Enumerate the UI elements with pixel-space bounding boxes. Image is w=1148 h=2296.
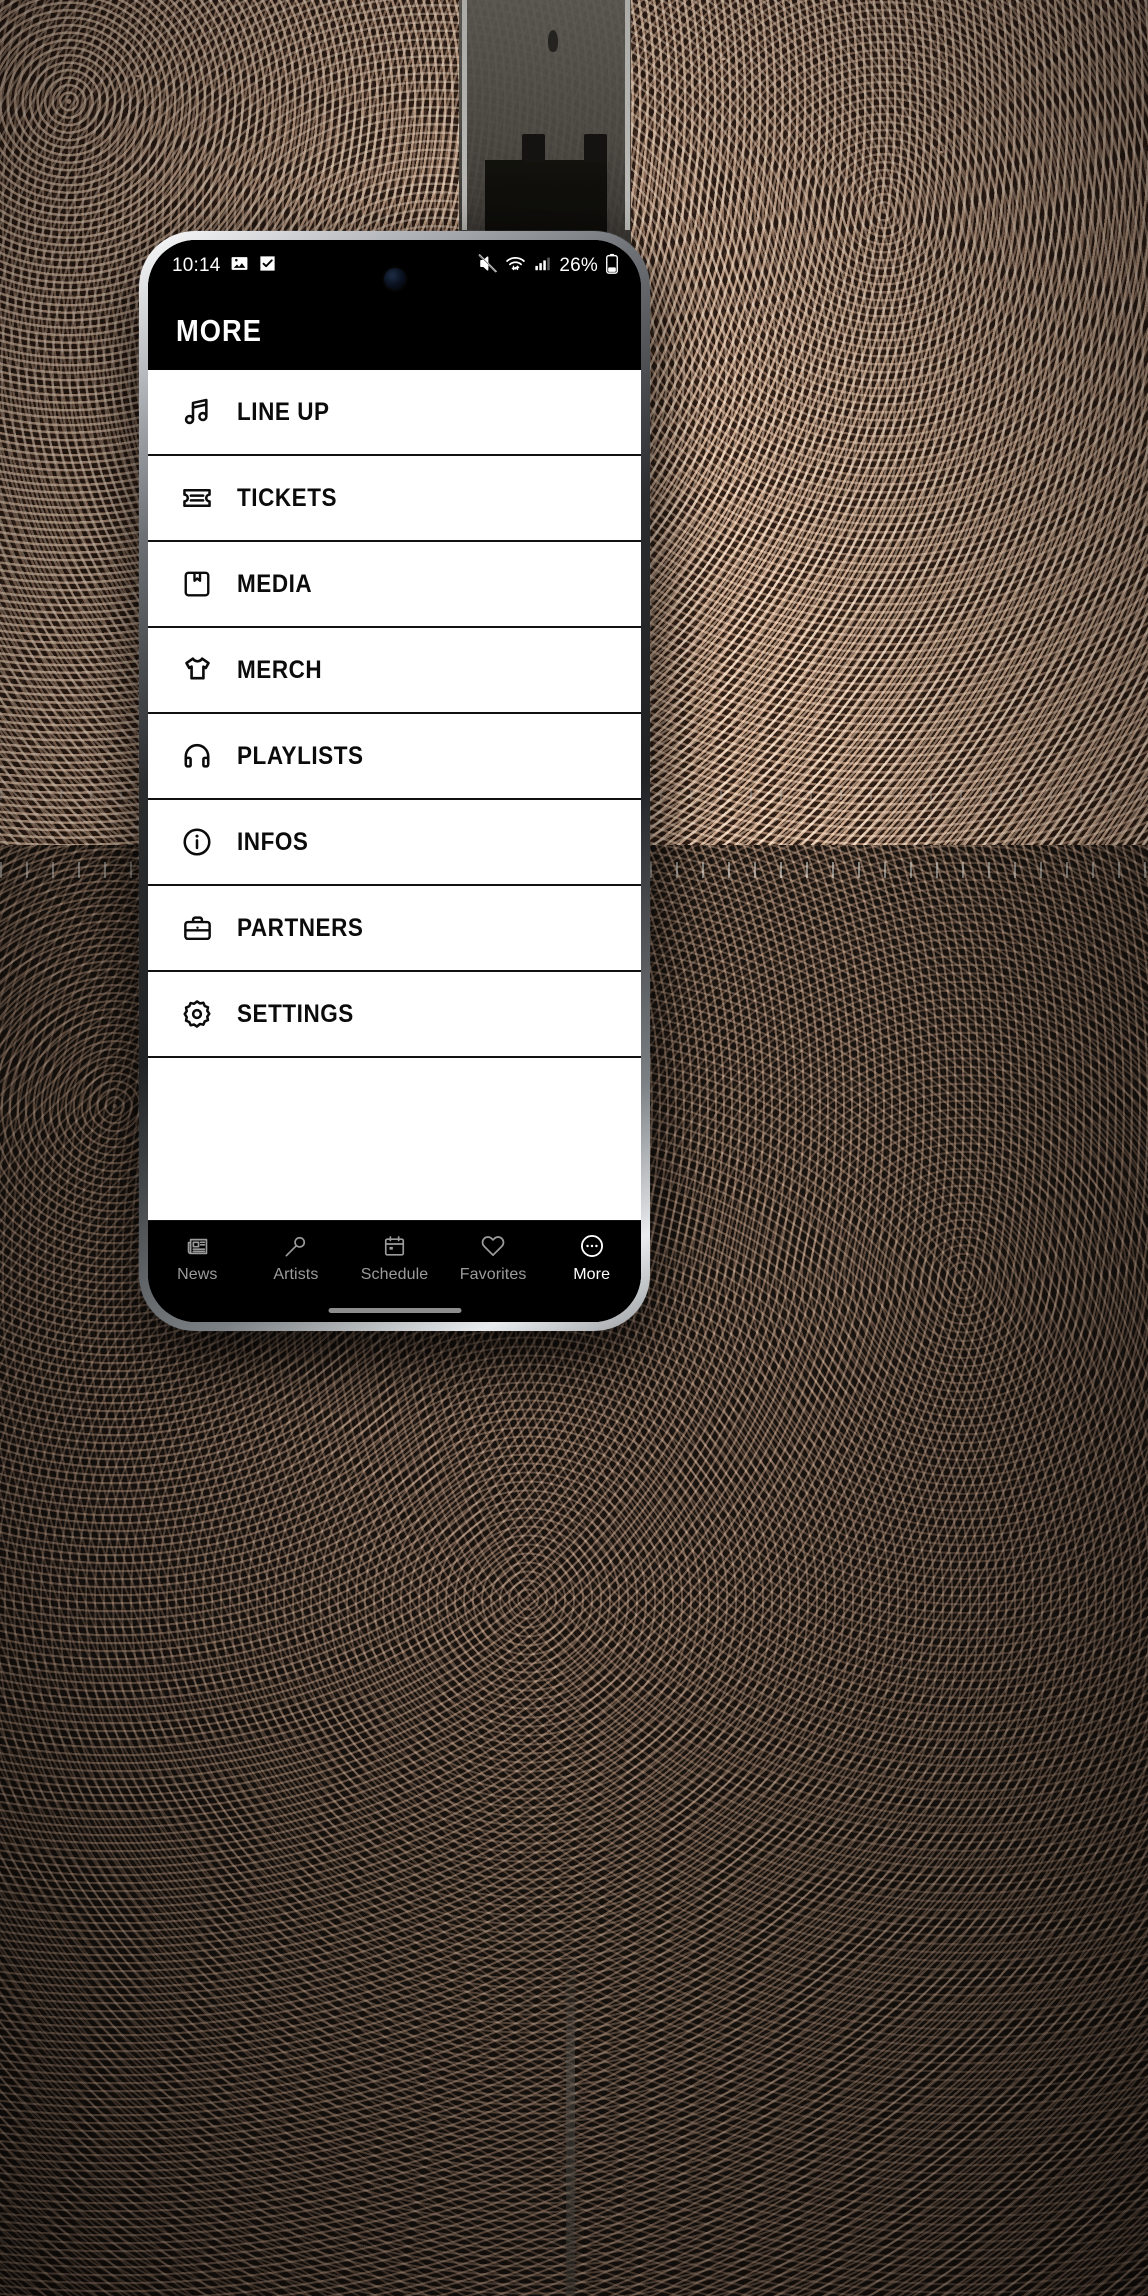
status-bar-left: 10:14	[172, 254, 277, 278]
menu-item-label: MERCH	[237, 655, 323, 684]
briefcase-icon	[176, 907, 218, 949]
menu-item-label: PARTNERS	[237, 913, 364, 942]
tab-artists[interactable]: Artists	[247, 1233, 346, 1284]
battery-percent-label: 26%	[559, 255, 598, 276]
phone-screen: 10:14 26% MORE LINE UP TICKETS MEDIA MER…	[148, 240, 641, 1322]
image-icon	[230, 254, 249, 278]
tab-label: Schedule	[360, 1266, 429, 1283]
info-circle-icon	[176, 821, 218, 863]
menu-item-label: INFOS	[237, 827, 309, 856]
wifi-icon	[505, 253, 526, 279]
microphone-icon	[283, 1233, 308, 1259]
menu-item-label: TICKETS	[237, 483, 338, 512]
menu-item-label: LINE UP	[237, 397, 330, 426]
tab-news[interactable]: News	[148, 1233, 247, 1284]
front-camera-icon	[383, 268, 406, 290]
menu-item-settings[interactable]: SETTINGS	[148, 972, 641, 1058]
menu-item-media[interactable]: MEDIA	[148, 542, 641, 628]
status-bar-right: 26%	[477, 253, 619, 279]
heart-icon	[480, 1233, 506, 1259]
ellipsis-circle-icon	[579, 1233, 605, 1259]
status-clock: 10:14	[172, 255, 221, 276]
gear-icon	[176, 993, 218, 1035]
page-title: MORE	[176, 313, 263, 348]
menu-item-merch[interactable]: MERCH	[148, 628, 641, 714]
calendar-icon	[382, 1233, 407, 1259]
phone-device-frame: 10:14 26% MORE LINE UP TICKETS MEDIA MER…	[139, 231, 650, 1331]
menu-item-tickets[interactable]: TICKETS	[148, 456, 641, 542]
bookmark-box-icon	[176, 563, 218, 605]
mute-icon	[477, 253, 498, 279]
tab-label: More	[573, 1266, 611, 1283]
battery-low-icon	[605, 253, 619, 279]
menu-item-label: PLAYLISTS	[237, 741, 364, 770]
tab-label: News	[177, 1266, 218, 1283]
tab-favorites[interactable]: Favorites	[444, 1233, 543, 1284]
ticket-icon	[176, 477, 218, 519]
newspaper-icon	[185, 1233, 210, 1259]
menu-item-label: MEDIA	[237, 569, 313, 598]
tab-schedule[interactable]: Schedule	[345, 1233, 444, 1284]
tab-label: Artists	[273, 1266, 319, 1283]
music-note-icon	[176, 391, 218, 433]
more-menu-list: LINE UP TICKETS MEDIA MERCH PLAYLISTS IN…	[148, 370, 641, 1064]
menu-item-label: SETTINGS	[237, 999, 354, 1028]
tab-label: Favorites	[459, 1266, 527, 1283]
app-header: MORE	[148, 292, 641, 370]
empty-content-area	[148, 1064, 641, 1240]
checkbox-checked-icon	[258, 254, 277, 278]
tshirt-icon	[176, 649, 218, 691]
tab-more[interactable]: More	[542, 1233, 641, 1284]
signal-bars-icon	[533, 254, 552, 278]
bottom-tab-bar: News Artists Schedule Favorites More	[148, 1220, 641, 1322]
menu-item-playlists[interactable]: PLAYLISTS	[148, 714, 641, 800]
home-indicator[interactable]	[328, 1308, 461, 1313]
headphones-icon	[176, 735, 218, 777]
menu-item-line-up[interactable]: LINE UP	[148, 370, 641, 456]
menu-item-partners[interactable]: PARTNERS	[148, 886, 641, 972]
menu-item-infos[interactable]: INFOS	[148, 800, 641, 886]
